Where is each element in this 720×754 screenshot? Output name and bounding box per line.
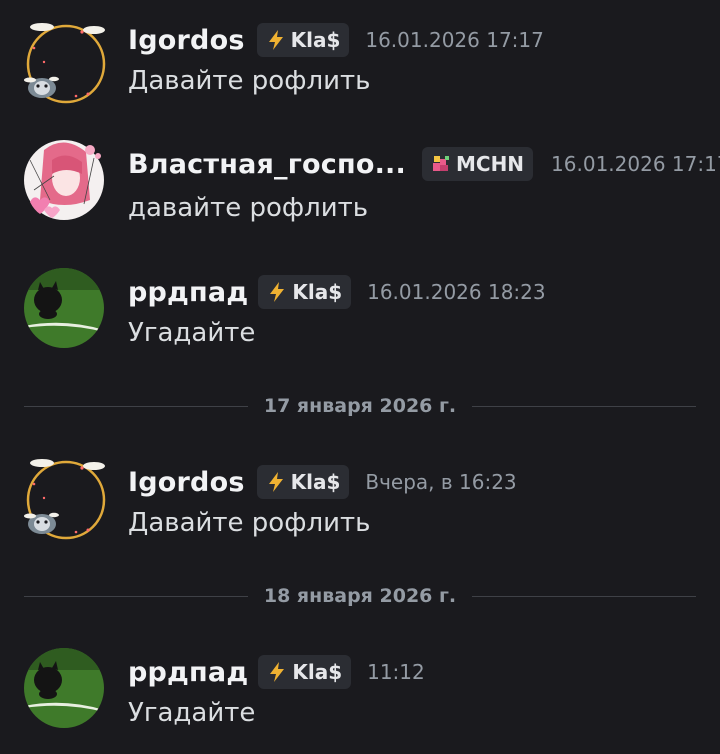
- guild-tag[interactable]: Kla$: [256, 465, 350, 499]
- avatar-black-cat[interactable]: [24, 268, 104, 348]
- username[interactable]: Igordos: [128, 467, 245, 498]
- timestamp[interactable]: 16.01.2026 17:17: [551, 152, 720, 176]
- lightning-bolt-icon: [265, 471, 287, 493]
- guild-tag-label: Kla$: [292, 660, 343, 684]
- guild-tag[interactable]: Kla$: [258, 655, 352, 689]
- divider-line: [24, 405, 248, 407]
- guild-tag[interactable]: Kla$: [256, 23, 350, 57]
- ring-cat-avatar-image: [24, 459, 106, 540]
- username[interactable]: Властная_госпо...: [128, 149, 406, 180]
- black-cat-grass-avatar-image: [24, 648, 104, 728]
- timestamp[interactable]: 16.01.2026 17:17: [365, 28, 544, 52]
- username[interactable]: ррдпад: [128, 277, 248, 308]
- avatar-ring-cat[interactable]: [24, 22, 106, 104]
- black-cat-grass-avatar-image: [24, 268, 104, 348]
- guild-tag-label: Kla$: [290, 28, 341, 52]
- anime-girl-avatar-image: [24, 140, 104, 220]
- date-divider-label: 18 января 2026 г.: [263, 585, 457, 607]
- message-text: Угадайте: [128, 318, 256, 348]
- message-text: Угадайте: [128, 698, 256, 728]
- message-text: Давайте рофлить: [128, 66, 371, 96]
- timestamp[interactable]: Вчера, в 16:23: [365, 470, 516, 494]
- message-text: давайте рофлить: [128, 193, 369, 223]
- lightning-bolt-icon: [265, 29, 287, 51]
- guild-tag[interactable]: Kla$: [258, 275, 352, 309]
- avatar-anime-girl[interactable]: [24, 140, 104, 220]
- username[interactable]: ррдпад: [128, 657, 248, 688]
- lightning-bolt-icon: [266, 281, 288, 303]
- username[interactable]: Igordos: [128, 25, 245, 56]
- guild-tag[interactable]: MCHN: [421, 147, 534, 181]
- divider-line: [24, 595, 248, 597]
- avatar-black-cat[interactable]: [24, 648, 104, 728]
- divider-line: [472, 405, 697, 407]
- pixel-sprite-icon: [430, 153, 452, 175]
- date-divider: 18 января 2026 г.: [24, 584, 697, 608]
- guild-tag-label: Kla$: [290, 470, 341, 494]
- guild-tag-label: MCHN: [455, 152, 525, 176]
- ring-cat-avatar-image: [24, 23, 106, 104]
- timestamp[interactable]: 11:12: [367, 660, 425, 684]
- timestamp[interactable]: 16.01.2026 18:23: [367, 280, 546, 304]
- lightning-bolt-icon: [266, 661, 288, 683]
- chat-message-list: Igordos Kla$ 16.01.2026 17:17 Давайте ро…: [0, 0, 720, 754]
- date-divider: 17 января 2026 г.: [24, 394, 697, 418]
- message-text: Давайте рофлить: [128, 508, 371, 538]
- date-divider-label: 17 января 2026 г.: [263, 395, 457, 417]
- avatar-ring-cat[interactable]: [24, 458, 106, 540]
- guild-tag-label: Kla$: [292, 280, 343, 304]
- divider-line: [472, 595, 697, 597]
